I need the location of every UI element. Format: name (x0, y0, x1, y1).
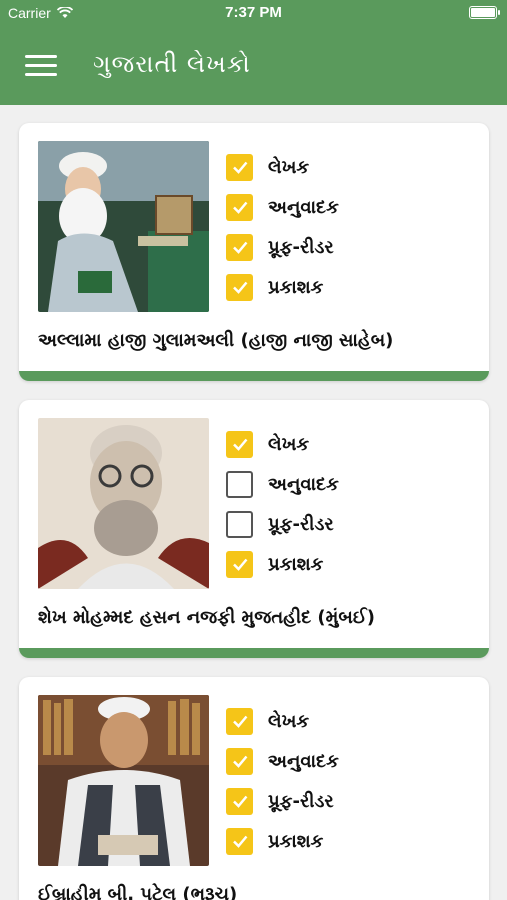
role-label: પ્રૂફ-રીડર (268, 513, 334, 535)
role-label: પ્રૂફ-રીડર (268, 236, 334, 258)
role-label: પ્રકાશક (268, 553, 324, 575)
checkmark-icon (232, 755, 247, 768)
author-name: અલ્લામા હાજી ગુલામઅલી (હાજી નાજી સાહેબ) (38, 330, 394, 351)
hamburger-menu-icon[interactable] (25, 53, 57, 77)
checkbox[interactable] (226, 510, 253, 538)
checkbox[interactable] (226, 273, 253, 301)
role-label: લેખક (268, 710, 310, 732)
author-photo (38, 418, 209, 589)
checkmark-icon (232, 161, 247, 174)
role-writer[interactable]: લેખક (226, 147, 339, 187)
role-proofreader[interactable]: પ્રૂફ-રીડર (226, 781, 339, 821)
role-proofreader[interactable]: પ્રૂફ-રીડર (226, 504, 339, 544)
role-publisher[interactable]: પ્રકાશક (226, 544, 339, 584)
card-accent-bar (19, 648, 489, 658)
checkmark-icon (232, 558, 247, 571)
checkmark-icon (232, 835, 247, 848)
checkmark-icon (232, 281, 247, 294)
role-label: અનુવાદક (268, 750, 339, 772)
author-photo (38, 141, 209, 312)
app-header: ગુજરાતી લેખકો (0, 26, 507, 105)
role-label: પ્રકાશક (268, 830, 324, 852)
role-list: લેખક અનુવાદક પ્રૂફ-રીડર પ્રકાશક (226, 701, 339, 861)
checkbox[interactable] (226, 153, 253, 181)
checkbox[interactable] (226, 193, 253, 221)
role-translator[interactable]: અનુવાદક (226, 187, 339, 227)
checkmark-icon (232, 795, 247, 808)
role-writer[interactable]: લેખક (226, 701, 339, 741)
role-publisher[interactable]: પ્રકાશક (226, 267, 339, 307)
checkbox[interactable] (226, 470, 253, 498)
checkbox[interactable] (226, 430, 253, 458)
checkbox[interactable] (226, 550, 253, 578)
role-label: લેખક (268, 156, 310, 178)
role-publisher[interactable]: પ્રકાશક (226, 821, 339, 861)
role-list: લેખક અનુવાદક પ્રૂફ-રીડર પ્રકાશક (226, 147, 339, 307)
author-card[interactable]: લેખક અનુવાદક પ્રૂફ-રીડર પ્રકાશક (19, 123, 489, 381)
role-writer[interactable]: લેખક (226, 424, 339, 464)
role-translator[interactable]: અનુવાદક (226, 741, 339, 781)
author-card[interactable]: લેખક અનુવાદક પ્રૂફ-રીડર પ્રકાશક (19, 677, 489, 900)
page-title: ગુજરાતી લેખકો (93, 50, 251, 78)
role-label: લેખક (268, 433, 310, 455)
author-card[interactable]: લેખક અનુવાદક પ્રૂફ-રીડર પ્રકાશક શેખ મોહમ… (19, 400, 489, 658)
role-proofreader[interactable]: પ્રૂફ-રીડર (226, 227, 339, 267)
author-photo (38, 695, 209, 866)
checkmark-icon (232, 715, 247, 728)
checkmark-icon (232, 201, 247, 214)
card-accent-bar (19, 371, 489, 381)
role-label: અનુવાદક (268, 196, 339, 218)
checkbox[interactable] (226, 827, 253, 855)
checkmark-icon (232, 241, 247, 254)
checkbox[interactable] (226, 707, 253, 735)
status-time: 7:37 PM (225, 4, 282, 21)
checkbox[interactable] (226, 787, 253, 815)
role-label: અનુવાદક (268, 473, 339, 495)
role-label: પ્રકાશક (268, 276, 324, 298)
author-name: શેખ મોહમ્મદ હસન નજફી મુજતહીદ (મુંબઈ) (38, 607, 375, 628)
checkmark-icon (232, 438, 247, 451)
role-translator[interactable]: અનુવાદક (226, 464, 339, 504)
checkbox[interactable] (226, 747, 253, 775)
status-bar: Carrier 7:37 PM (0, 0, 507, 26)
role-label: પ્રૂફ-રીડર (268, 790, 334, 812)
role-list: લેખક અનુવાદક પ્રૂફ-રીડર પ્રકાશક (226, 424, 339, 584)
author-list[interactable]: લેખક અનુવાદક પ્રૂફ-રીડર પ્રકાશક અલ્લામા … (0, 105, 507, 900)
checkbox[interactable] (226, 233, 253, 261)
battery-icon (469, 6, 500, 19)
author-name: ઈબ્રાહીમ બી. પટેલ (ભરૂચ) (38, 884, 238, 900)
